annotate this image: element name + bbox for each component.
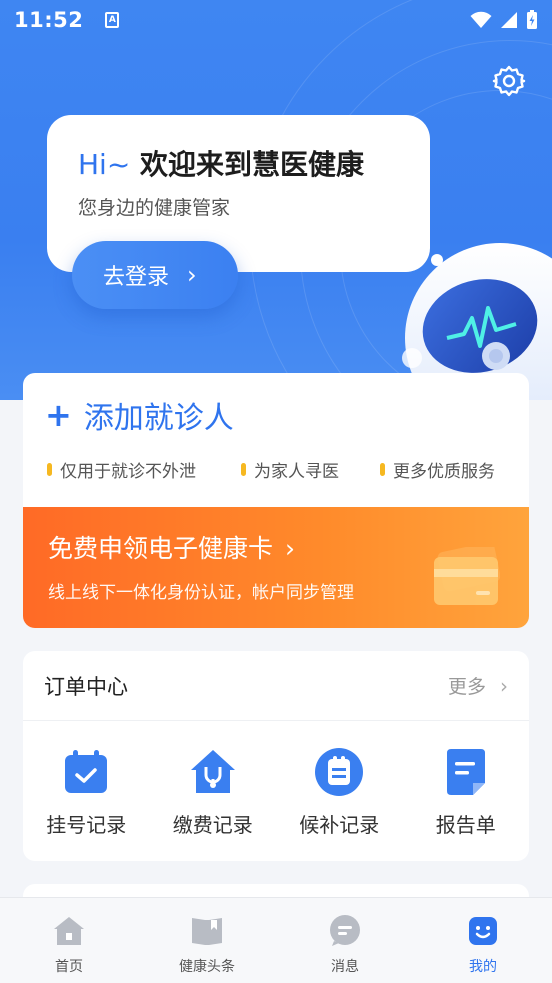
tag-dot-icon <box>241 463 246 476</box>
feature-tag: 更多优质服务 <box>380 457 495 482</box>
tag-text: 为家人寻医 <box>254 462 339 482</box>
health-card-title: 免费申领电子健康卡 › <box>48 529 295 565</box>
feature-tag: 仅用于就诊不外泄 <box>47 457 241 482</box>
more-label: 更多 <box>447 676 486 698</box>
order-items: 挂号记录 缴费记录 候补记录 报告单 <box>23 721 529 838</box>
welcome-title-text: 欢迎来到慧医健康 <box>140 148 365 181</box>
chevron-right-icon: › <box>187 261 197 289</box>
profile-icon <box>469 917 497 945</box>
chevron-right-icon: › <box>285 534 296 563</box>
feature-tag: 为家人寻医 <box>241 457 380 482</box>
battery-icon <box>527 10 537 29</box>
calendar-check-icon <box>65 750 108 793</box>
add-patient-label: 添加就诊人 <box>83 401 234 436</box>
tab-home[interactable]: 首页 <box>0 898 138 983</box>
card-icon <box>434 547 500 605</box>
notification-badge-icon: A <box>105 12 120 28</box>
order-center-card: 订单中心 更多 › 挂号记录 缴费记录 候补记录 报告单 <box>23 651 529 861</box>
welcome-subtitle: 您身边的健康管家 <box>78 197 231 219</box>
login-button-label: 去登录 <box>103 265 170 290</box>
home-icon <box>54 917 84 945</box>
order-center-title: 订单中心 <box>44 674 128 699</box>
welcome-title: Hi~ 欢迎来到慧医健康 <box>78 143 364 183</box>
welcome-hi: Hi~ <box>78 148 131 181</box>
tag-dot-icon <box>380 463 385 476</box>
chevron-right-icon: › <box>500 673 508 698</box>
tag-text: 仅用于就诊不外泄 <box>60 462 196 482</box>
clipboard-icon <box>315 748 364 796</box>
tab-health-news[interactable]: 健康头条 <box>138 898 276 983</box>
tab-label: 我的 <box>469 959 497 975</box>
tab-label: 健康头条 <box>179 959 235 975</box>
tab-label: 首页 <box>55 959 83 975</box>
status-time: 11:52 <box>14 8 84 32</box>
health-card-title-text: 免费申领电子健康卡 <box>48 534 274 563</box>
settings-gear-icon[interactable] <box>492 64 526 98</box>
order-item-label: 缴费记录 <box>172 813 253 837</box>
message-icon <box>330 915 360 946</box>
tab-profile[interactable]: 我的 <box>414 898 552 983</box>
order-item-label: 候补记录 <box>299 813 380 837</box>
tab-messages[interactable]: 消息 <box>276 898 414 983</box>
order-item-label: 挂号记录 <box>46 813 127 837</box>
health-card-subtitle: 线上线下一体化身份认证，帐户同步管理 <box>48 583 354 603</box>
order-item-waitlist[interactable]: 候补记录 <box>276 747 403 838</box>
bottom-tab-bar: 首页 健康头条 消息 我的 <box>0 897 552 983</box>
health-card-banner[interactable]: 免费申领电子健康卡 › 线上线下一体化身份认证，帐户同步管理 <box>23 507 529 628</box>
add-patient-card[interactable]: + 添加就诊人 仅用于就诊不外泄 为家人寻医 更多优质服务 <box>23 373 529 509</box>
house-stethoscope-icon <box>190 750 235 793</box>
order-item-payment[interactable]: 缴费记录 <box>150 747 277 838</box>
wifi-icon <box>470 11 492 28</box>
book-icon <box>192 918 222 945</box>
order-item-label: 报告单 <box>435 813 496 837</box>
login-button[interactable]: 去登录 › <box>72 241 238 309</box>
order-item-report[interactable]: 报告单 <box>403 747 530 838</box>
tab-label: 消息 <box>331 959 359 975</box>
tag-text: 更多优质服务 <box>393 462 495 482</box>
order-center-header: 订单中心 更多 › <box>23 651 529 721</box>
document-icon <box>446 749 485 795</box>
feature-tags: 仅用于就诊不外泄 为家人寻医 更多优质服务 <box>47 457 533 482</box>
signal-icon <box>501 12 517 28</box>
header-banner: 11:52 A Hi~ 欢迎来到慧医健康 您身边的健康管家 去登录 › <box>0 0 552 400</box>
tag-dot-icon <box>47 463 52 476</box>
plus-icon: + <box>45 396 72 434</box>
order-center-more-link[interactable]: 更多 › <box>448 672 508 699</box>
add-patient-button[interactable]: + 添加就诊人 <box>45 393 234 437</box>
order-item-registration[interactable]: 挂号记录 <box>23 747 150 838</box>
status-bar: 11:52 A <box>0 0 552 40</box>
